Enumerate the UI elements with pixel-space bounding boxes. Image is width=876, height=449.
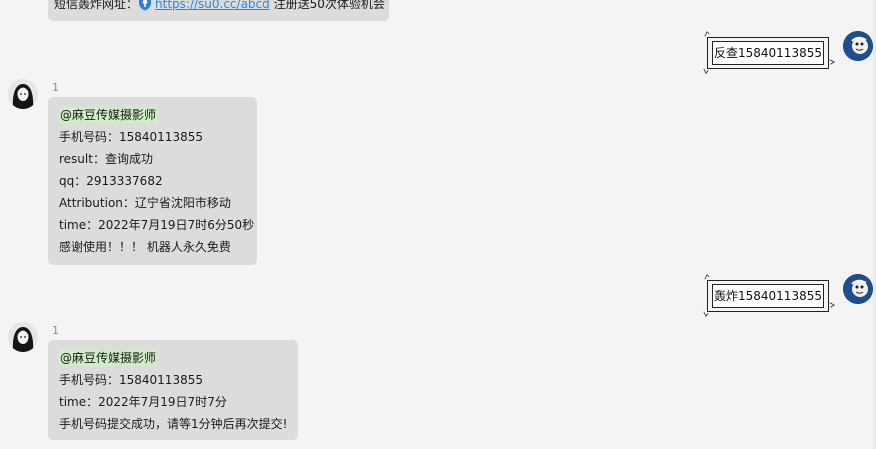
sent-message-text: 轰炸15840113855 [714,289,822,303]
blue-avatar-icon [843,31,873,61]
top-message-bubble: 短信轰炸网址： https://su0.cc/abcd 注册送50次体验机会 [48,0,389,21]
sent-message-text: 反查15840113855 [714,46,822,60]
reply-line: 手机号码：15840113855 [59,373,203,387]
bot-avatar[interactable] [8,322,38,352]
user-avatar[interactable] [843,274,873,304]
sent-message-bubble: 轰炸15840113855 [703,274,835,317]
frame-corner-icon [703,68,709,74]
mention-tag[interactable]: @麻豆传媒摄影师 [59,107,158,123]
sender-nickname: 1 [52,324,59,337]
reply-mention-line: @麻豆传媒摄影师 [59,347,287,369]
blue-avatar-icon [843,274,873,304]
reply-line: Attribution：辽宁省沈阳市移动 [59,196,231,210]
reply-line: time：2022年7月19日7时7分 [59,395,227,409]
dark-hair-avatar-icon [8,322,38,352]
top-message-link[interactable]: https://su0.cc/abcd [155,0,270,11]
reply-line: result：查询成功 [59,152,153,166]
reply-mention-line: @麻豆传媒摄影师 [59,104,246,126]
sender-nickname: 1 [52,81,59,94]
user-avatar[interactable] [843,31,873,61]
chat-message-area[interactable]: 短信轰炸网址： https://su0.cc/abcd 注册送50次体验机会 反… [0,0,876,449]
top-message-prefix: 短信轰炸网址： [54,0,139,11]
top-message-suffix: 注册送50次体验机会 [273,0,385,11]
shield-icon [138,0,152,23]
reply-line: qq：2913337682 [59,174,163,188]
sent-message-bubble: 反查15840113855 [703,31,835,74]
reply-message-bubble: @麻豆传媒摄影师 手机号码：15840113855 result：查询成功 qq… [48,97,257,265]
frame-corner-icon [703,311,709,317]
frame-corner-icon [704,274,710,280]
top-message-line: 短信轰炸网址： https://su0.cc/abcd 注册送50次体验机会 [54,0,385,23]
dark-hair-avatar-icon [8,79,38,109]
reply-line: time：2022年7月19日7时6分50秒 [59,218,255,232]
reply-line: 手机号码提交成功，请等1分钟后再次提交! [59,417,288,431]
bot-avatar[interactable] [8,79,38,109]
frame-corner-icon [829,302,835,308]
frame-corner-icon [829,59,835,65]
reply-line: 手机号码：15840113855 [59,130,203,144]
frame-corner-icon [704,31,710,37]
mention-tag[interactable]: @麻豆传媒摄影师 [59,350,158,366]
reply-line: 感谢使用！！！ 机器人永久免费 [59,240,231,254]
reply-message-bubble: @麻豆传媒摄影师 手机号码：15840113855 time：2022年7月19… [48,340,298,440]
